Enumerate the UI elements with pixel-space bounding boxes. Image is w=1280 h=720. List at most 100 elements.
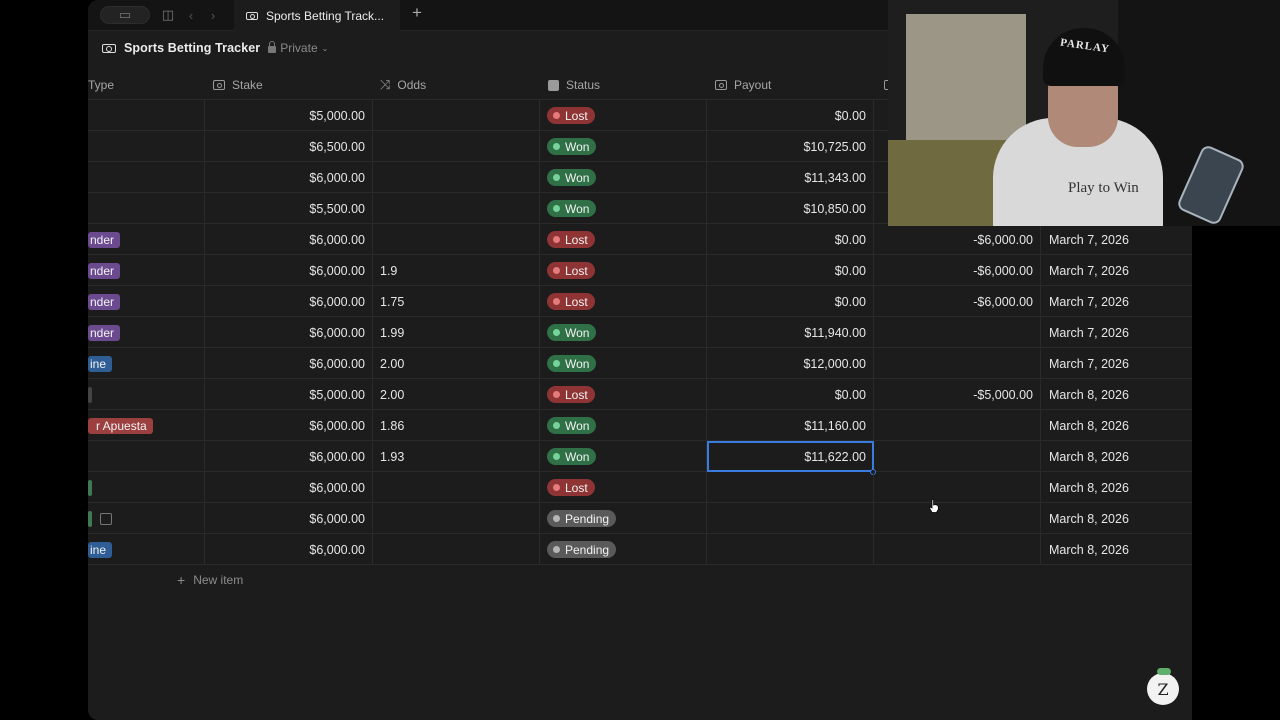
profit-cell[interactable] xyxy=(874,317,1041,348)
status-cell[interactable]: Lost xyxy=(540,286,707,317)
odds-cell[interactable]: 2.00 xyxy=(373,348,540,379)
privacy-dropdown[interactable]: Private ⌄ xyxy=(268,41,328,55)
type-cell[interactable] xyxy=(88,379,205,410)
payout-cell[interactable]: $11,622.00 xyxy=(707,441,876,475)
type-cell[interactable]: nder xyxy=(88,286,205,317)
date-cell[interactable]: March 8, 2026 xyxy=(1041,379,1192,410)
odds-cell[interactable] xyxy=(373,224,540,255)
column-header-payout[interactable]: Payout xyxy=(715,70,771,100)
type-cell[interactable] xyxy=(88,162,205,193)
odds-cell[interactable]: 1.99 xyxy=(373,317,540,348)
odds-cell[interactable]: 2.00 xyxy=(373,379,540,410)
table-row[interactable]: $6,000.00 Lost March 8, 2026 xyxy=(88,472,1192,503)
new-item-button[interactable]: + New item xyxy=(177,572,243,588)
table-row[interactable]: nder $6,000.00 1.9 Lost $0.00 -$6,000.00 March… xyxy=(88,255,1192,286)
type-cell[interactable]: nder xyxy=(88,317,205,348)
status-cell[interactable]: Won xyxy=(540,162,707,193)
app-badge-button[interactable]: Z xyxy=(1147,668,1179,705)
profit-cell[interactable] xyxy=(874,503,1041,534)
payout-cell[interactable]: $0.00 xyxy=(707,255,874,286)
odds-cell[interactable] xyxy=(373,193,540,224)
table-row[interactable]: ine $6,000.00 Pending March 8, 2026 xyxy=(88,534,1192,565)
stake-cell[interactable]: $6,000.00 xyxy=(205,255,373,286)
odds-cell[interactable]: 1.86 xyxy=(373,410,540,441)
stake-cell[interactable]: $6,000.00 xyxy=(205,317,373,348)
sidebar-toggle-icon[interactable]: ◫ xyxy=(158,6,178,24)
date-cell[interactable]: March 7, 2026 xyxy=(1041,224,1192,255)
status-cell[interactable]: Won xyxy=(540,193,707,224)
status-cell[interactable]: Lost xyxy=(540,472,707,503)
payout-cell[interactable]: $0.00 xyxy=(707,286,874,317)
forward-arrow-icon[interactable]: › xyxy=(206,6,220,24)
type-cell[interactable] xyxy=(88,441,205,472)
profit-cell[interactable]: -$6,000.00 xyxy=(874,286,1041,317)
status-cell[interactable]: Lost xyxy=(540,224,707,255)
date-cell[interactable]: March 8, 2026 xyxy=(1041,503,1192,534)
type-cell[interactable]: ine xyxy=(88,534,205,565)
column-header-status[interactable]: Status xyxy=(548,70,600,100)
date-cell[interactable]: March 7, 2026 xyxy=(1041,286,1192,317)
payout-cell[interactable]: $10,725.00 xyxy=(707,131,874,162)
stake-cell[interactable]: $5,000.00 xyxy=(205,379,373,410)
stake-cell[interactable]: $6,000.00 xyxy=(205,348,373,379)
profit-cell[interactable] xyxy=(874,410,1041,441)
type-cell[interactable] xyxy=(88,472,205,503)
row-checkbox[interactable] xyxy=(100,512,112,525)
stake-cell[interactable]: $6,000.00 xyxy=(205,286,373,317)
stake-cell[interactable]: $5,500.00 xyxy=(205,193,373,224)
table-row[interactable]: nder $6,000.00 1.75 Lost $0.00 -$6,000.00 Marc… xyxy=(88,286,1192,317)
table-row[interactable]: $6,000.00 1.93 Won $11,622.00 March 8, 2026 xyxy=(88,441,1192,475)
date-cell[interactable]: March 8, 2026 xyxy=(1041,534,1192,565)
odds-cell[interactable] xyxy=(373,472,540,503)
profit-cell[interactable]: -$6,000.00 xyxy=(874,255,1041,286)
column-header-stake[interactable]: Stake xyxy=(213,70,263,100)
payout-cell[interactable] xyxy=(707,472,874,503)
payout-cell[interactable] xyxy=(707,534,874,565)
stake-cell[interactable]: $6,000.00 xyxy=(205,534,373,565)
odds-cell[interactable] xyxy=(373,100,540,131)
type-cell[interactable] xyxy=(88,503,205,534)
stake-cell[interactable]: $5,000.00 xyxy=(205,100,373,131)
payout-cell[interactable]: $11,160.00 xyxy=(707,410,874,441)
table-row[interactable]: nder $6,000.00 1.99 Won $11,940.00 March 7, 2… xyxy=(88,317,1192,348)
page-title[interactable]: Sports Betting Tracker xyxy=(124,41,260,55)
status-cell[interactable]: Lost xyxy=(540,379,707,410)
profit-cell[interactable]: -$6,000.00 xyxy=(874,224,1041,255)
new-tab-button[interactable]: + xyxy=(408,3,426,22)
type-cell[interactable]: r Apuesta xyxy=(88,410,205,441)
payout-cell[interactable] xyxy=(707,503,874,534)
status-cell[interactable]: Lost xyxy=(540,100,707,131)
type-cell[interactable] xyxy=(88,131,205,162)
date-cell[interactable]: March 8, 2026 xyxy=(1041,410,1192,441)
date-cell[interactable]: March 8, 2026 xyxy=(1041,472,1192,503)
type-cell[interactable] xyxy=(88,193,205,224)
status-cell[interactable]: Lost xyxy=(540,255,707,286)
table-row[interactable]: nder $6,000.00 Lost $0.00 -$6,000.00 March 7,… xyxy=(88,224,1192,255)
profit-cell[interactable] xyxy=(874,534,1041,565)
odds-cell[interactable]: 1.75 xyxy=(373,286,540,317)
payout-cell[interactable]: $12,000.00 xyxy=(707,348,874,379)
odds-cell[interactable] xyxy=(373,162,540,193)
table-row[interactable]: r Apuesta $6,000.00 1.86 Won $11,160.00 March… xyxy=(88,410,1192,441)
odds-cell[interactable]: 1.93 xyxy=(373,441,540,472)
date-cell[interactable]: March 7, 2026 xyxy=(1041,317,1192,348)
table-row[interactable]: $6,000.00 Pending March 8, 2026 xyxy=(88,503,1192,534)
profit-cell[interactable] xyxy=(874,472,1041,503)
type-cell[interactable]: nder xyxy=(88,255,205,286)
stake-cell[interactable]: $6,000.00 xyxy=(205,224,373,255)
browser-tab-active[interactable]: Sports Betting Track... xyxy=(234,0,400,31)
type-cell[interactable]: ine xyxy=(88,348,205,379)
payout-cell[interactable]: $0.00 xyxy=(707,224,874,255)
odds-cell[interactable] xyxy=(373,534,540,565)
date-cell[interactable]: March 8, 2026 xyxy=(1041,441,1192,472)
profit-cell[interactable] xyxy=(874,441,1041,472)
column-header-type[interactable]: Type xyxy=(88,70,114,100)
odds-cell[interactable] xyxy=(373,503,540,534)
date-cell[interactable]: March 7, 2026 xyxy=(1041,255,1192,286)
profit-cell[interactable] xyxy=(874,348,1041,379)
payout-cell[interactable]: $11,940.00 xyxy=(707,317,874,348)
stake-cell[interactable]: $6,000.00 xyxy=(205,441,373,472)
status-cell[interactable]: Pending xyxy=(540,503,707,534)
status-cell[interactable]: Pending xyxy=(540,534,707,565)
profit-cell[interactable]: -$5,000.00 xyxy=(874,379,1041,410)
